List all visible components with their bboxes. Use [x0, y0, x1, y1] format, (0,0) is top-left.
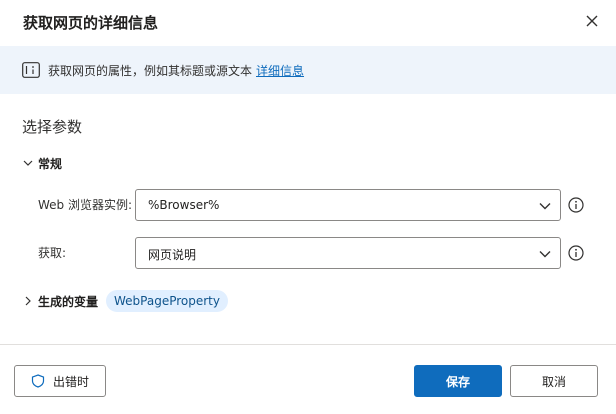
save-button[interactable]: 保存	[414, 365, 502, 397]
details-link[interactable]: 详细信息	[256, 62, 304, 79]
cancel-button[interactable]: 取消	[510, 365, 598, 397]
variable-pill[interactable]: WebPageProperty	[106, 290, 228, 312]
chevron-down-icon	[539, 203, 551, 210]
chevron-right-icon	[25, 296, 31, 306]
on-error-button[interactable]: 出错时	[14, 365, 106, 397]
retrieve-select[interactable]: 网页说明	[135, 237, 561, 269]
info-panel-icon	[22, 62, 40, 78]
general-group-label: 常规	[38, 156, 63, 171]
dialog: 获取网页的详细信息 获取网页的属性，例如其标题或源文本 详细信息 选择参数 常规…	[0, 0, 616, 414]
general-group-toggle[interactable]: 常规	[22, 154, 62, 172]
close-icon[interactable]	[584, 13, 600, 29]
on-error-label: 出错时	[52, 374, 89, 389]
info-banner: 获取网页的属性，例如其标题或源文本 详细信息	[0, 46, 616, 94]
retrieve-value: 网页说明	[148, 248, 197, 262]
section-title: 选择参数	[22, 118, 83, 136]
chevron-down-icon	[539, 251, 551, 258]
info-icon[interactable]	[568, 245, 584, 261]
browser-instance-label: Web 浏览器实例:	[38, 198, 133, 212]
dialog-title: 获取网页的详细信息	[23, 14, 159, 32]
variables-group-toggle[interactable]: 生成的变量	[22, 290, 98, 312]
browser-instance-select[interactable]: %Browser%	[135, 189, 561, 221]
shield-icon	[31, 374, 45, 388]
footer-divider	[0, 344, 616, 345]
browser-instance-value: %Browser%	[148, 198, 220, 212]
variables-group-label: 生成的变量	[38, 294, 99, 309]
retrieve-label: 获取:	[38, 246, 67, 260]
chevron-down-icon	[23, 160, 33, 166]
banner-text: 获取网页的属性，例如其标题或源文本	[48, 64, 253, 78]
info-icon[interactable]	[568, 197, 584, 213]
